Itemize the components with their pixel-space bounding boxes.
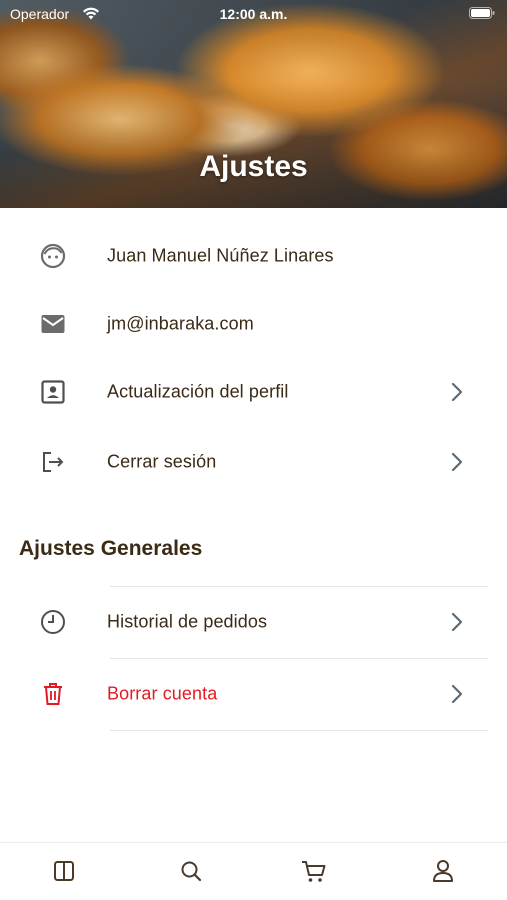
chevron-right-icon <box>451 382 463 402</box>
bottom-tab-bar <box>0 842 507 900</box>
status-bar: Operador 12:00 a.m. <box>0 0 507 28</box>
delete-account-row[interactable]: Borrar cuenta <box>0 664 507 724</box>
logout-row[interactable]: Cerrar sesión <box>0 432 507 492</box>
delete-account-label: Borrar cuenta <box>107 683 218 704</box>
logout-icon <box>43 452 64 472</box>
user-name: Juan Manuel Núñez Linares <box>107 245 334 266</box>
contact-card-icon <box>41 380 65 404</box>
divider <box>110 658 488 659</box>
chevron-right-icon <box>451 612 463 632</box>
order-history-label: Historial de pedidos <box>107 611 268 632</box>
general-settings-heading: Ajustes Generales <box>19 537 203 560</box>
divider <box>110 586 488 587</box>
person-icon[interactable] <box>429 857 457 885</box>
user-email: jm@inbaraka.com <box>107 313 254 334</box>
search-icon[interactable] <box>177 857 205 885</box>
cart-icon[interactable] <box>300 857 328 885</box>
order-history-row[interactable]: Historial de pedidos <box>0 592 507 652</box>
update-profile-label: Actualización del perfil <box>107 381 289 402</box>
chevron-right-icon <box>451 452 463 472</box>
user-name-row: Juan Manuel Núñez Linares <box>0 226 507 286</box>
battery-icon <box>469 7 495 19</box>
email-row: jm@inbaraka.com <box>0 294 507 354</box>
chevron-right-icon <box>451 684 463 704</box>
divider <box>110 730 488 731</box>
trash-icon <box>44 683 62 705</box>
mail-icon <box>41 315 65 333</box>
logout-label: Cerrar sesión <box>107 451 217 472</box>
face-icon <box>40 243 66 269</box>
clock-icon <box>41 610 65 634</box>
page-title: Ajustes <box>199 150 308 183</box>
status-time: 12:00 a.m. <box>219 6 288 22</box>
update-profile-row[interactable]: Actualización del perfil <box>0 362 507 422</box>
book-icon[interactable] <box>50 857 78 885</box>
